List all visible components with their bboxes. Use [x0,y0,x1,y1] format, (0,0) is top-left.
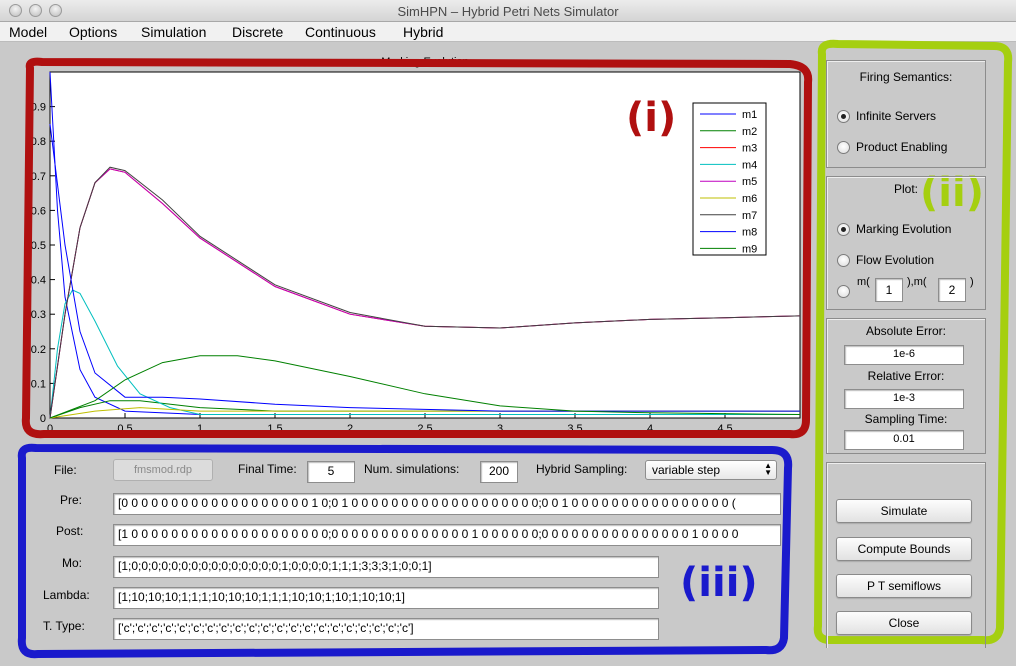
file-label: File: [54,463,77,477]
pt-semiflows-button[interactable]: P T semiflows [836,574,972,598]
radio-icon[interactable] [837,109,850,123]
radio-m-pair[interactable] [837,285,856,298]
radio-marking-evolution[interactable]: Marking Evolution [837,222,951,236]
num-simulations-input[interactable]: 200 [480,461,518,483]
radio-icon[interactable] [837,140,850,154]
pre-input[interactable]: [0 0 0 0 0 0 0 0 0 0 0 0 0 0 0 0 0 0 0 1… [113,493,781,515]
sampling-time-label: Sampling Time: [864,412,948,426]
legend-label-m9: m9 [742,243,757,255]
lambda-input[interactable]: [1;10;10;10;1;1;1;10;10;10;1;1;1;10;10;1… [113,587,659,609]
radio-label: Flow Evolution [856,253,935,267]
legend-label-m1: m1 [742,109,757,121]
m-suffix-label: ) [970,276,974,288]
relative-error-label: Relative Error: [867,369,945,383]
annotation-label-iii: (iii) [680,560,758,606]
hybrid-sampling-label: Hybrid Sampling: [536,462,628,476]
m-mid-label: ),m( [907,276,927,288]
radio-icon[interactable] [837,253,850,267]
radio-product-enabling[interactable]: Product Enabling [837,140,947,154]
lambda-label: Lambda: [43,588,90,602]
y-tick-label: 0.7 [31,171,46,183]
y-tick-label: 0.6 [31,205,46,217]
hybrid-sampling-select[interactable]: variable step ▲ ▼ [645,460,777,480]
absolute-error-input[interactable]: 1e-6 [844,345,964,365]
chevron-updown-icon: ▲ ▼ [764,461,772,477]
legend-label-m7: m7 [742,210,757,222]
y-tick-label: 0.1 [31,378,46,390]
absolute-error-label: Absolute Error: [865,324,947,338]
radio-label: Infinite Servers [856,109,937,123]
radio-icon[interactable] [837,222,850,236]
legend-label-m4: m4 [742,159,757,171]
y-tick-label: 0 [40,413,46,425]
hybrid-sampling-value: variable step [652,463,721,477]
final-time-label: Final Time: [238,462,297,476]
post-input[interactable]: [1 0 0 0 0 0 0 0 0 0 0 0 0 0 0 0 0 0 0 0… [113,524,781,546]
num-simulations-label: Num. simulations: [364,462,460,476]
final-time-input[interactable]: 5 [307,461,355,483]
m2-input[interactable]: 2 [938,278,966,302]
y-tick-label: 0.4 [31,275,46,287]
plot-options-title: Plot: [893,182,918,196]
post-label: Post: [56,524,84,538]
radio-label: Marking Evolution [856,222,952,236]
annotation-label-i: (i) [626,95,677,141]
plot-options-panel: Plot: Marking Evolution Flow Evolution m… [826,176,986,310]
y-tick-label: 0.2 [31,344,46,356]
y-tick-label: 0.3 [31,309,46,321]
simulate-button[interactable]: Simulate [836,499,972,523]
plot-area [49,71,801,419]
radio-flow-evolution[interactable]: Flow Evolution [837,253,934,267]
m1-input[interactable]: 1 [875,278,903,302]
mo-input[interactable]: [1;0;0;0;0;0;0;0;0;0;0;0;0;0;0;0;1;0;0;0… [113,556,659,578]
legend-label-m8: m8 [742,227,757,239]
error-settings-panel: Absolute Error: 1e-6 Relative Error: 1e-… [826,318,986,454]
compute-bounds-button[interactable]: Compute Bounds [836,537,972,561]
close-button[interactable]: Close [836,611,972,635]
legend-label-m2: m2 [742,126,757,138]
relative-error-input[interactable]: 1e-3 [844,389,964,409]
firing-semantics-title: Firing Semantics: [859,70,953,84]
radio-infinite-servers[interactable]: Infinite Servers [837,109,936,123]
radio-icon[interactable] [837,285,850,298]
legend-label-m3: m3 [742,143,757,155]
t-type-input[interactable]: ['c';'c';'c';'c';'c';'c';'c';'c';'c';'c'… [113,618,659,640]
file-button[interactable]: fmsmod.rdp [113,459,213,481]
legend-label-m6: m6 [742,193,757,205]
pre-label: Pre: [60,493,83,507]
sampling-time-input[interactable]: 0.01 [844,430,964,450]
legend-label-m5: m5 [742,176,757,188]
y-tick-label: 0.5 [31,240,46,252]
radio-label: Product Enabling [856,140,948,154]
m-prefix-label: m( [857,276,870,288]
mo-label: Mo: [62,556,83,570]
firing-semantics-panel: Firing Semantics: Infinite Servers Produ… [826,60,986,168]
t-type-label: T. Type: [43,619,85,633]
